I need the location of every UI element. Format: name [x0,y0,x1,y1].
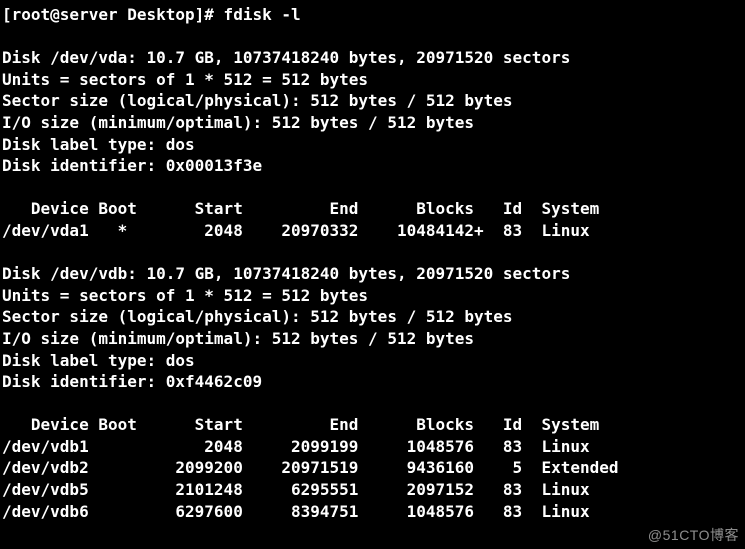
disk-sector-size: Sector size (logical/physical): 512 byte… [2,91,513,110]
disk-units: Units = sectors of 1 * 512 = 512 bytes [2,286,368,305]
disk-identifier: Disk identifier: 0x00013f3e [2,156,262,175]
disk-header: Disk /dev/vda: 10.7 GB, 10737418240 byte… [2,48,570,67]
partition-row: /dev/vdb1 2048 2099199 1048576 83 Linux [2,437,590,456]
disk-label-type: Disk label type: dos [2,135,195,154]
partition-table-header: Device Boot Start End Blocks Id System [2,415,599,434]
disk-io-size: I/O size (minimum/optimal): 512 bytes / … [2,113,474,132]
partition-row: /dev/vdb5 2101248 6295551 2097152 83 Lin… [2,480,590,499]
disk-identifier: Disk identifier: 0xf4462c09 [2,372,262,391]
partition-row: /dev/vdb6 6297600 8394751 1048576 83 Lin… [2,502,590,521]
shell-prompt-line: [root@server Desktop]# fdisk -l [2,5,301,24]
disk-units: Units = sectors of 1 * 512 = 512 bytes [2,70,368,89]
partition-row: /dev/vda1 * 2048 20970332 10484142+ 83 L… [2,221,590,240]
disk-io-size: I/O size (minimum/optimal): 512 bytes / … [2,329,474,348]
disk-sector-size: Sector size (logical/physical): 512 byte… [2,307,513,326]
partition-row: /dev/vdb2 2099200 20971519 9436160 5 Ext… [2,458,619,477]
partition-table-header: Device Boot Start End Blocks Id System [2,199,599,218]
watermark-text: @51CTO博客 [648,526,739,545]
terminal-output: [root@server Desktop]# fdisk -l Disk /de… [0,0,745,524]
disk-header: Disk /dev/vdb: 10.7 GB, 10737418240 byte… [2,264,570,283]
disk-label-type: Disk label type: dos [2,351,195,370]
